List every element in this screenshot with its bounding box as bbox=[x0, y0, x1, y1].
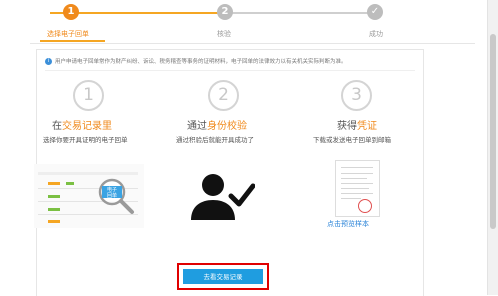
column-2-title: 通过身份校验 bbox=[187, 117, 247, 132]
title-text: 在 bbox=[52, 121, 62, 132]
user-verified-icon bbox=[191, 174, 255, 220]
preview-sample-link[interactable]: 点击预览样本 bbox=[327, 219, 369, 229]
step-3-label: 成功 bbox=[369, 30, 383, 38]
list-item-marker bbox=[48, 182, 60, 185]
list-item-marker bbox=[66, 182, 74, 185]
column-3-subtitle: 下载或发送电子回单到邮箱 bbox=[313, 136, 391, 144]
receipt-sample-image[interactable] bbox=[335, 160, 380, 217]
step-indicator: 1 2 ✓ 选择电子回单 核验 成功 bbox=[0, 0, 485, 45]
doc-line bbox=[341, 198, 361, 199]
instructions-card: i 用户申请电子回单常作为财产纠纷、诉讼、税务稽查等事务的证明材料，电子回单的法律… bbox=[34, 49, 424, 296]
step-number-2: 2 bbox=[208, 80, 239, 111]
notice-text: 用户申请电子回单常作为财产纠纷、诉讼、税务稽查等事务的证明材料，电子回单的法律效… bbox=[55, 59, 347, 65]
view-transactions-button[interactable]: 去看交易记录 bbox=[183, 269, 263, 284]
active-step-underline bbox=[40, 40, 105, 42]
title-text: 获得 bbox=[337, 121, 357, 132]
step-3-check-icon: ✓ bbox=[367, 4, 383, 20]
doc-line bbox=[341, 167, 373, 168]
info-icon: i bbox=[45, 58, 52, 65]
page: 1 2 ✓ 选择电子回单 核验 成功 i 用户申请电子回单常作为财产纠纷、诉讼、税… bbox=[0, 0, 498, 296]
step-number-1: 1 bbox=[73, 80, 104, 111]
step-2-circle: 2 bbox=[217, 4, 233, 20]
list-item-marker bbox=[48, 220, 60, 223]
magnifier-icon: 电子 回单 bbox=[98, 178, 134, 214]
doc-line bbox=[341, 183, 373, 184]
doc-line bbox=[341, 188, 369, 189]
step-1-label: 选择电子回单 bbox=[47, 30, 89, 38]
list-item-marker bbox=[48, 208, 60, 211]
column-1-subtitle: 选择你要开具证明的电子回单 bbox=[43, 136, 128, 144]
divider bbox=[45, 70, 415, 71]
title-text: 通过 bbox=[187, 121, 207, 132]
vertical-scrollbar[interactable] bbox=[487, 0, 498, 295]
svg-text:电子: 电子 bbox=[107, 186, 117, 193]
svg-text:回单: 回单 bbox=[107, 192, 117, 199]
column-1-title: 在交易记录里 bbox=[52, 117, 112, 132]
highlight-box: 去看交易记录 bbox=[177, 263, 269, 290]
doc-line bbox=[341, 178, 367, 179]
divider bbox=[30, 43, 475, 44]
column-3-title: 获得凭证 bbox=[337, 117, 377, 132]
scrollbar-thumb[interactable] bbox=[490, 34, 496, 229]
doc-line bbox=[341, 173, 373, 174]
title-highlight: 凭证 bbox=[357, 121, 377, 132]
title-highlight: 身份校验 bbox=[207, 121, 247, 132]
step-connector-2 bbox=[225, 12, 380, 14]
list-header bbox=[38, 172, 138, 175]
stamp-icon bbox=[358, 199, 372, 213]
step-number-3: 3 bbox=[341, 80, 372, 111]
step-2-label: 核验 bbox=[217, 30, 231, 38]
title-highlight: 交易记录里 bbox=[62, 121, 112, 132]
doc-line bbox=[341, 193, 373, 194]
column-2-subtitle: 通过积验后就能开具成功了 bbox=[176, 136, 254, 144]
list-item-marker bbox=[48, 195, 60, 198]
step-1-circle: 1 bbox=[63, 4, 79, 20]
notice: i 用户申请电子回单常作为财产纠纷、诉讼、税务稽查等事务的证明材料，电子回单的法律… bbox=[45, 57, 347, 65]
